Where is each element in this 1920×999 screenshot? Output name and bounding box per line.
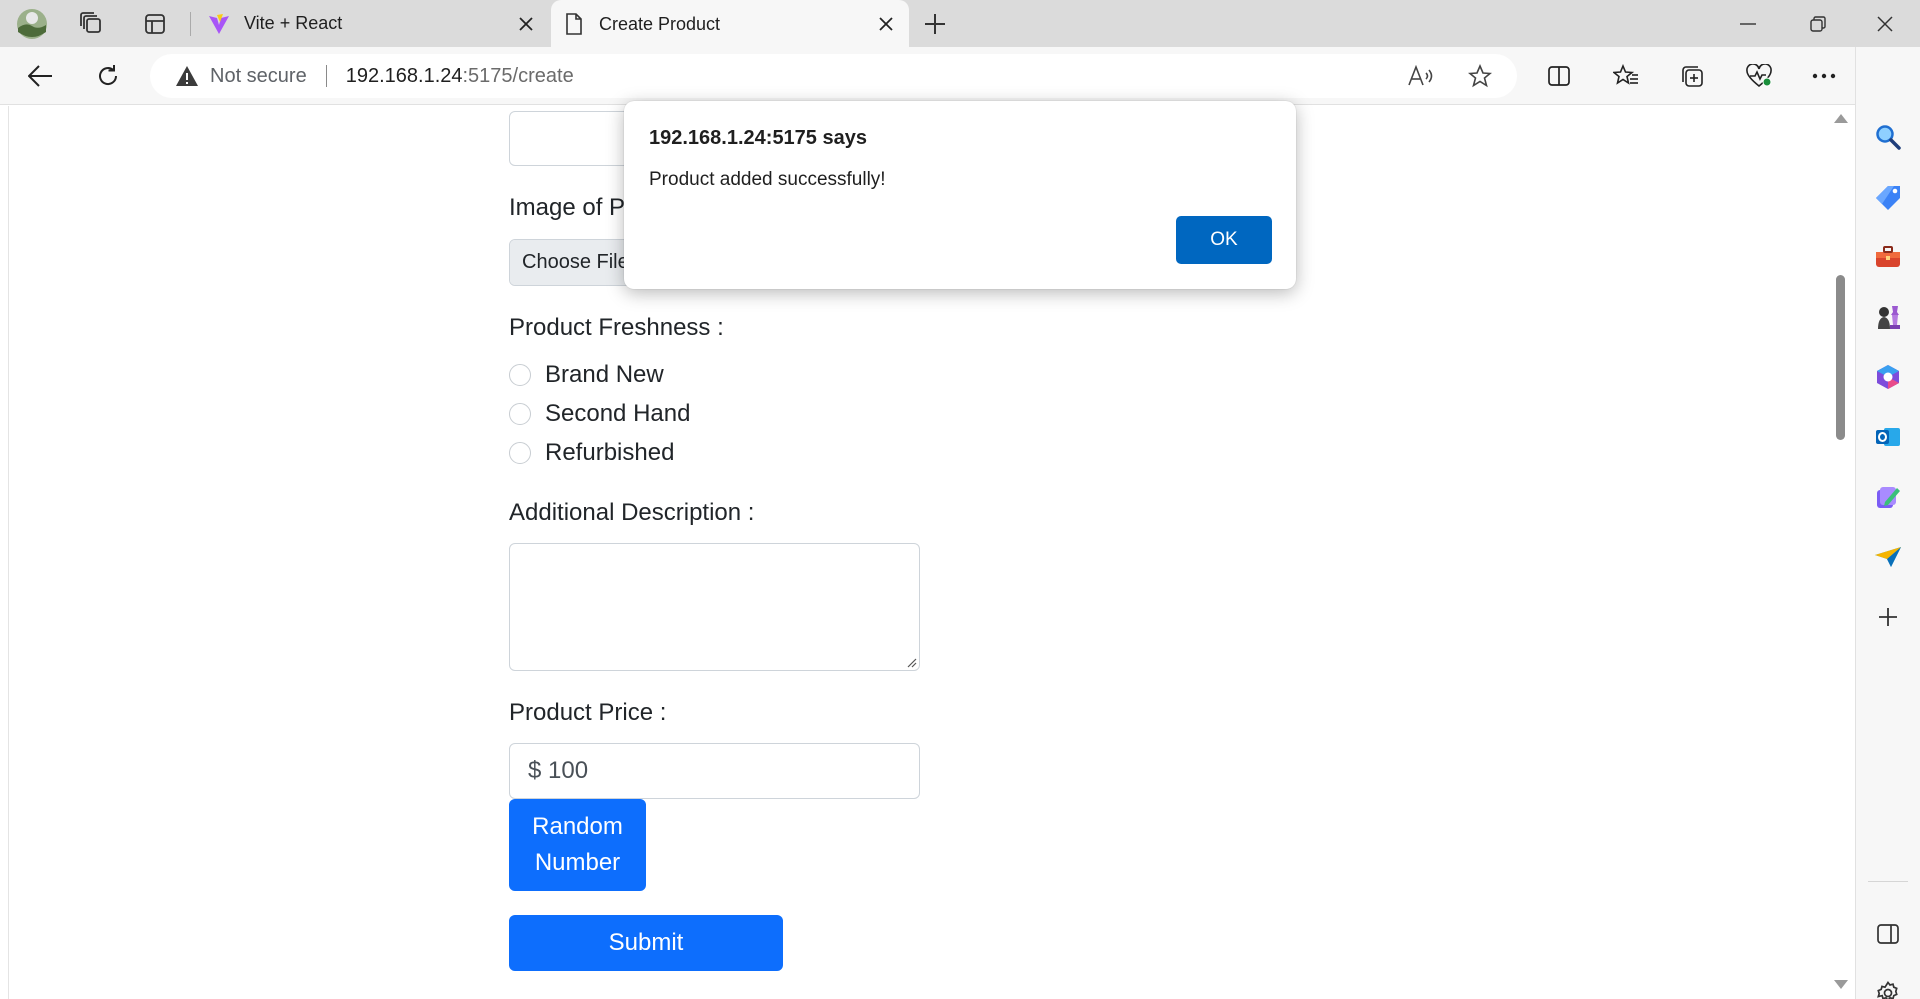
scroll-up-arrow-icon[interactable] (1834, 114, 1848, 123)
price-label: Product Price : (509, 699, 667, 726)
designer-icon[interactable] (1870, 479, 1906, 515)
ok-button[interactable]: OK (1176, 216, 1272, 264)
tab-vite-react[interactable]: Vite + React (196, 0, 549, 47)
tab-create-product[interactable]: Create Product (551, 0, 909, 48)
close-tab-icon[interactable] (875, 13, 897, 35)
more-options-icon[interactable] (1805, 57, 1843, 95)
dialog-message: Product added successfully! (649, 169, 886, 190)
workspaces-icon[interactable] (76, 8, 108, 40)
favorites-icon[interactable] (1607, 57, 1645, 95)
url-host: 192.168.1.24 (345, 64, 463, 87)
warning-icon[interactable] (174, 63, 200, 89)
resize-handle-icon[interactable] (905, 656, 917, 668)
edge-sidebar (1855, 47, 1920, 999)
radio-circle[interactable] (509, 364, 531, 386)
back-icon[interactable] (22, 57, 60, 95)
random-number-button[interactable]: Random Number (509, 799, 646, 891)
image-label: Image of P (509, 194, 626, 221)
split-screen-icon[interactable] (1540, 57, 1578, 95)
radio-label: Second Hand (545, 400, 691, 427)
address-divider (325, 65, 327, 87)
browser-toolbar: Not secure 192.168.1.24:5175/create (0, 47, 1920, 105)
radio-circle[interactable] (509, 403, 531, 425)
restore-icon[interactable] (1783, 0, 1853, 47)
radio-refurbished[interactable]: Refurbished (509, 439, 674, 467)
favorite-star-icon[interactable] (1458, 54, 1502, 98)
vite-logo-icon (208, 13, 230, 35)
read-aloud-icon[interactable] (1398, 54, 1442, 98)
random-button-text: Random Number (532, 813, 623, 876)
tools-briefcase-icon[interactable] (1870, 239, 1906, 275)
url-path: :5175/create (462, 64, 574, 87)
security-label[interactable]: Not secure (210, 65, 307, 88)
shopping-tag-icon[interactable] (1870, 179, 1906, 215)
new-tab-icon[interactable] (919, 8, 951, 40)
radio-label: Brand New (545, 361, 664, 388)
reload-icon[interactable] (89, 57, 127, 95)
scroll-down-arrow-icon[interactable] (1834, 980, 1848, 989)
alert-dialog: 192.168.1.24:5175 says Product added suc… (624, 101, 1296, 289)
dialog-title: 192.168.1.24:5175 says (649, 127, 867, 149)
tab-title: Vite + React (244, 13, 343, 33)
minimize-icon[interactable] (1713, 0, 1783, 47)
sidebar-divider (1868, 881, 1908, 882)
vertical-tabs-icon[interactable] (139, 8, 171, 40)
hide-sidebar-icon[interactable] (1870, 916, 1906, 952)
games-chess-icon[interactable] (1870, 299, 1906, 335)
close-tab-icon[interactable] (515, 13, 537, 35)
search-icon[interactable] (1870, 119, 1906, 155)
tab-title: Create Product (599, 13, 721, 34)
page-icon (563, 13, 585, 35)
description-textarea[interactable] (509, 543, 920, 671)
price-input[interactable]: $ 100 (509, 743, 920, 799)
send-plane-icon[interactable] (1870, 539, 1906, 575)
tab-divider (190, 12, 191, 36)
radio-brand-new[interactable]: Brand New (509, 361, 664, 389)
freshness-label: Product Freshness : (509, 314, 724, 341)
tab-strip: Vite + React Create Product (0, 0, 1920, 48)
browser-essentials-icon[interactable] (1740, 57, 1778, 95)
outlook-icon[interactable] (1870, 419, 1906, 455)
scrollbar[interactable] (1829, 106, 1851, 999)
add-sidebar-app-icon[interactable] (1870, 599, 1906, 635)
window-close-icon[interactable] (1850, 0, 1920, 47)
description-label: Additional Description : (509, 499, 755, 526)
profile-avatar-icon[interactable] (16, 8, 48, 40)
radio-second-hand[interactable]: Second Hand (509, 400, 690, 428)
scrollbar-thumb[interactable] (1836, 275, 1845, 440)
microsoft-365-icon[interactable] (1870, 359, 1906, 395)
radio-circle[interactable] (509, 442, 531, 464)
collections-icon[interactable] (1673, 57, 1711, 95)
settings-gear-icon[interactable] (1870, 975, 1906, 999)
radio-label: Refurbished (545, 439, 675, 466)
submit-button[interactable]: Submit (509, 915, 783, 971)
address-bar[interactable]: Not secure 192.168.1.24:5175/create (150, 54, 1517, 98)
